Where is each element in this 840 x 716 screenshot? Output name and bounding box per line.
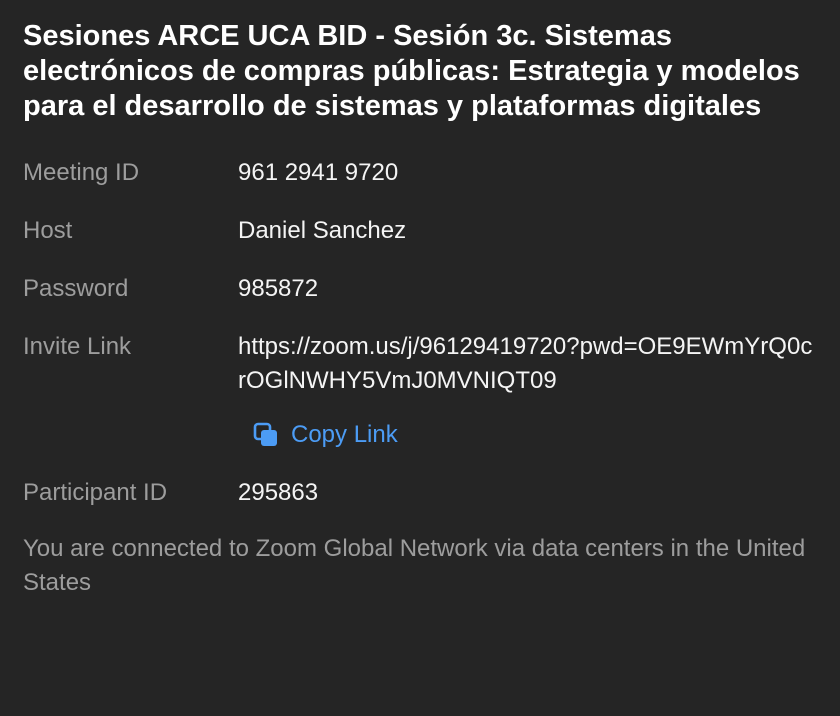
host-row: Host Daniel Sanchez	[23, 214, 820, 248]
meeting-id-value: 961 2941 9720	[238, 159, 399, 186]
participant-id-row: Participant ID 295863	[23, 476, 820, 510]
participant-id-label: Participant ID	[23, 479, 168, 506]
invite-link-label: Invite Link	[23, 333, 132, 360]
host-label: Host	[23, 217, 73, 244]
meeting-details: Meeting ID 961 2941 9720 Host Daniel San…	[23, 156, 820, 510]
meeting-info-panel: Sesiones ARCE UCA BID - Sesión 3c. Siste…	[0, 0, 840, 716]
password-value: 985872	[238, 275, 319, 302]
password-row: Password 985872	[23, 272, 820, 306]
invite-link-row: Invite Link https://zoom.us/j/9612941972…	[23, 330, 820, 398]
copy-icon	[253, 422, 279, 448]
password-label: Password	[23, 275, 129, 302]
participant-id-value: 295863	[238, 479, 319, 506]
meeting-id-row: Meeting ID 961 2941 9720	[23, 156, 820, 190]
copy-link-label: Copy Link	[291, 421, 398, 448]
meeting-id-label: Meeting ID	[23, 159, 140, 186]
network-info-text: You are connected to Zoom Global Network…	[23, 535, 806, 596]
invite-link-value[interactable]: https://zoom.us/j/96129419720?pwd=OE9EWm…	[238, 330, 820, 398]
meeting-title: Sesiones ARCE UCA BID - Sesión 3c. Siste…	[23, 20, 800, 122]
host-value: Daniel Sanchez	[238, 217, 407, 244]
copy-link-button[interactable]: Copy Link	[253, 418, 820, 452]
